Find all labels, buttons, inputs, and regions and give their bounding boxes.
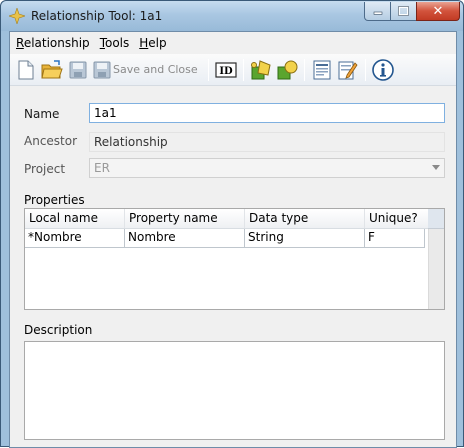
menu-help-label: elp (148, 36, 167, 50)
open-folder-icon (41, 59, 63, 78)
description-textarea[interactable] (24, 341, 445, 440)
info-icon (371, 58, 394, 81)
cell-property-name[interactable]: Nombre (125, 229, 245, 248)
column-header-property-name[interactable]: Property name (125, 209, 245, 228)
menu-relationship-mnemonic: R (16, 36, 24, 50)
id-button[interactable]: ID (213, 57, 239, 83)
shapes-icon (277, 60, 298, 79)
svg-text:ID: ID (219, 66, 233, 77)
save-button[interactable] (65, 57, 91, 83)
chevron-down-icon (432, 165, 440, 170)
menu-relationship[interactable]: Relationship (14, 36, 96, 50)
title-bar[interactable]: Relationship Tool: 1a1 ✕ (1, 1, 463, 31)
app-icon (9, 8, 25, 24)
new-document-icon (18, 60, 34, 79)
minimize-icon (373, 11, 382, 15)
save-icon (69, 61, 87, 78)
column-header-unique[interactable]: Unique? (365, 209, 428, 228)
toolbar-separator (303, 58, 305, 81)
properties-label: Properties (24, 193, 85, 207)
edit-icon (338, 61, 358, 79)
maximize-button[interactable] (390, 2, 417, 21)
scrollbar-header-corner (428, 209, 444, 229)
maximize-icon (398, 6, 409, 16)
column-header-data-type[interactable]: Data type (245, 209, 365, 228)
table-row[interactable]: *Nombre Nombre String F (25, 229, 428, 248)
minimize-button[interactable] (364, 2, 391, 21)
project-dropdown[interactable]: ER (89, 158, 445, 178)
id-icon: ID (215, 61, 237, 78)
menu-bar: Relationship Tools Help (10, 32, 456, 54)
cell-unique[interactable]: F (365, 229, 425, 248)
toolbar: Save and Close ID (10, 54, 456, 86)
table-header: Local name Property name Data type Uniqu… (25, 209, 428, 229)
save-close-button[interactable]: Save and Close (91, 57, 204, 83)
menu-help-mnemonic: H (139, 36, 149, 50)
open-button[interactable] (39, 57, 65, 83)
save-close-icon (93, 61, 111, 78)
edit-button[interactable] (335, 57, 361, 83)
form-button[interactable] (309, 57, 335, 83)
close-button[interactable]: ✕ (416, 2, 460, 21)
name-input[interactable] (89, 103, 445, 123)
close-icon: ✕ (432, 3, 444, 19)
menu-help[interactable]: Help (137, 36, 172, 50)
new-button[interactable] (13, 57, 39, 83)
form-icon (313, 60, 331, 79)
save-close-label: Save and Close (113, 63, 198, 76)
menu-relationship-label: elationship (23, 36, 90, 50)
menu-tools-label: ools (104, 36, 130, 50)
add-shapes-button[interactable] (248, 57, 274, 83)
window-title: Relationship Tool: 1a1 (31, 9, 163, 23)
info-button[interactable] (370, 57, 396, 83)
menu-tools[interactable]: Tools (98, 36, 136, 50)
ancestor-field: Relationship (89, 132, 445, 152)
properties-table[interactable]: Local name Property name Data type Uniqu… (24, 208, 445, 310)
cell-local-name[interactable]: *Nombre (25, 229, 125, 248)
client-area: Relationship Tools Help Save and Close I… (9, 31, 457, 448)
description-label: Description (24, 323, 93, 337)
ancestor-label: Ancestor (24, 134, 78, 148)
toolbar-separator (242, 58, 244, 81)
project-label: Project (24, 162, 66, 176)
ancestor-value: Relationship (94, 135, 168, 149)
column-header-local-name[interactable]: Local name (25, 209, 125, 228)
cell-data-type[interactable]: String (245, 229, 365, 248)
toolbar-separator (364, 58, 366, 81)
toolbar-separator (207, 58, 209, 81)
shapes-button[interactable] (274, 57, 300, 83)
project-value: ER (94, 161, 110, 175)
add-shapes-icon (250, 59, 271, 79)
window: Relationship Tool: 1a1 ✕ Relationship To… (0, 0, 464, 448)
name-label: Name (24, 107, 60, 121)
